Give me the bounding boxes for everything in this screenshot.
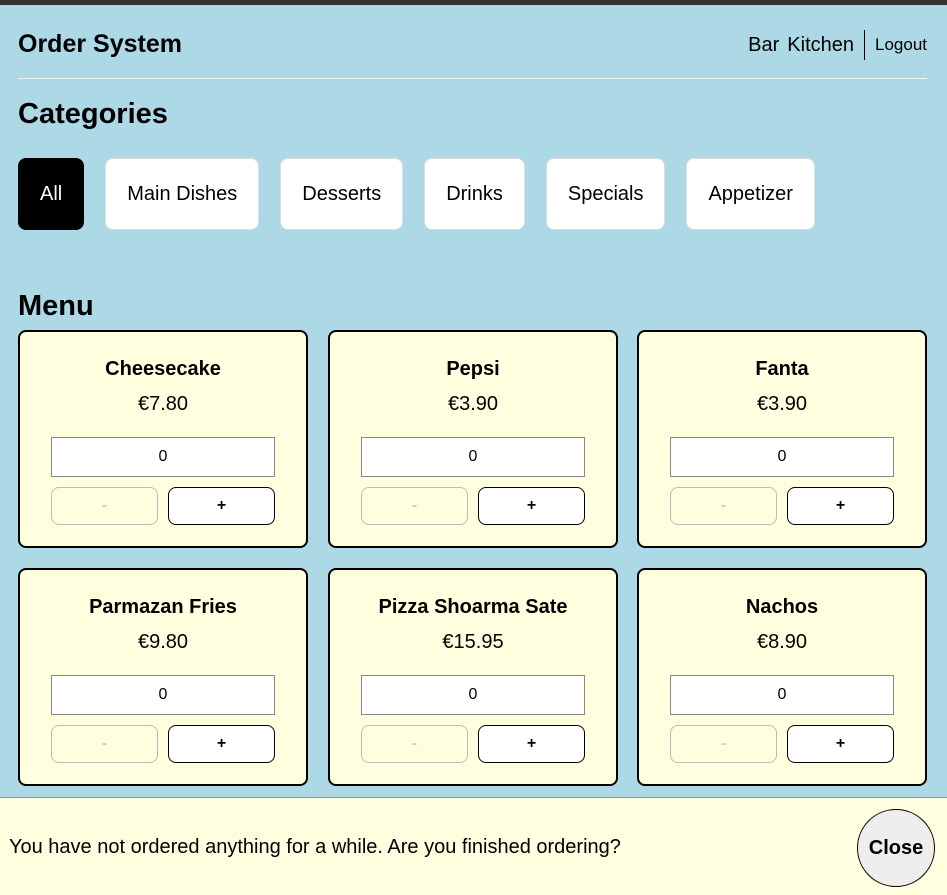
category-desserts-button[interactable]: Desserts: [280, 158, 404, 230]
menu-item-name: Pepsi: [446, 358, 500, 380]
decrease-quantity-button[interactable]: -: [670, 487, 777, 525]
menu-item-price: €8.90: [756, 631, 808, 653]
quantity-input[interactable]: [51, 675, 275, 715]
menu-item-card: Cheesecake €7.80 - +: [18, 330, 308, 548]
menu-item-name: Cheesecake: [105, 358, 221, 380]
close-button[interactable]: Close: [857, 809, 935, 887]
menu-item-name: Nachos: [745, 596, 819, 618]
menu-item-name: Fanta: [755, 358, 809, 380]
increase-quantity-button[interactable]: +: [478, 487, 585, 525]
increase-quantity-button[interactable]: +: [478, 725, 585, 763]
quantity-input[interactable]: [361, 675, 585, 715]
menu-item-price: €3.90: [447, 393, 499, 415]
decrease-quantity-button[interactable]: -: [670, 725, 777, 763]
logout-link[interactable]: Logout: [875, 35, 927, 55]
decrease-quantity-button[interactable]: -: [361, 487, 468, 525]
menu-item-name: Parmazan Fries: [89, 596, 237, 618]
menu-item-card: Nachos €8.90 - +: [637, 568, 927, 786]
menu-item-card: Fanta €3.90 - +: [637, 330, 927, 548]
menu-item-card: Parmazan Fries €9.80 - +: [18, 568, 308, 786]
inactivity-banner: You have not ordered anything for a whil…: [0, 797, 947, 895]
increase-quantity-button[interactable]: +: [168, 725, 275, 763]
menu-item-card: Pizza Shoarma Sate €15.95 - +: [328, 568, 618, 786]
menu-item-card: Pepsi €3.90 - +: [328, 330, 618, 548]
category-drinks-button[interactable]: Drinks: [424, 158, 525, 230]
increase-quantity-button[interactable]: +: [168, 487, 275, 525]
app-title: Order System: [18, 30, 182, 58]
categories-heading: Categories: [18, 98, 168, 130]
category-appetizer-button[interactable]: Appetizer: [686, 158, 815, 230]
category-specials-button[interactable]: Specials: [545, 158, 666, 230]
quantity-input[interactable]: [670, 437, 894, 477]
menu-item-price: €3.90: [756, 393, 808, 415]
nav-bar-link[interactable]: Bar: [748, 34, 779, 57]
quantity-input[interactable]: [361, 437, 585, 477]
decrease-quantity-button[interactable]: -: [51, 487, 158, 525]
category-all-button[interactable]: All: [18, 158, 85, 230]
menu-item-price: €7.80: [137, 393, 189, 415]
menu-item-name: Pizza Shoarma Sate: [378, 596, 568, 618]
decrease-quantity-button[interactable]: -: [51, 725, 158, 763]
increase-quantity-button[interactable]: +: [787, 487, 894, 525]
menu-heading: Menu: [18, 290, 94, 322]
header: Order System Bar Kitchen Logout: [18, 5, 927, 79]
nav-divider: [864, 30, 865, 60]
decrease-quantity-button[interactable]: -: [361, 725, 468, 763]
top-nav: Bar Kitchen Logout: [740, 30, 927, 60]
quantity-input[interactable]: [670, 675, 894, 715]
quantity-input[interactable]: [51, 437, 275, 477]
menu-item-price: €15.95: [442, 631, 504, 653]
nav-kitchen-link[interactable]: Kitchen: [787, 34, 854, 57]
menu-item-price: €9.80: [137, 631, 189, 653]
inactivity-message: You have not ordered anything for a whil…: [9, 836, 621, 858]
category-list: All Main Dishes Desserts Drinks Specials…: [18, 158, 836, 230]
increase-quantity-button[interactable]: +: [787, 725, 894, 763]
category-main-dishes-button[interactable]: Main Dishes: [105, 158, 260, 230]
